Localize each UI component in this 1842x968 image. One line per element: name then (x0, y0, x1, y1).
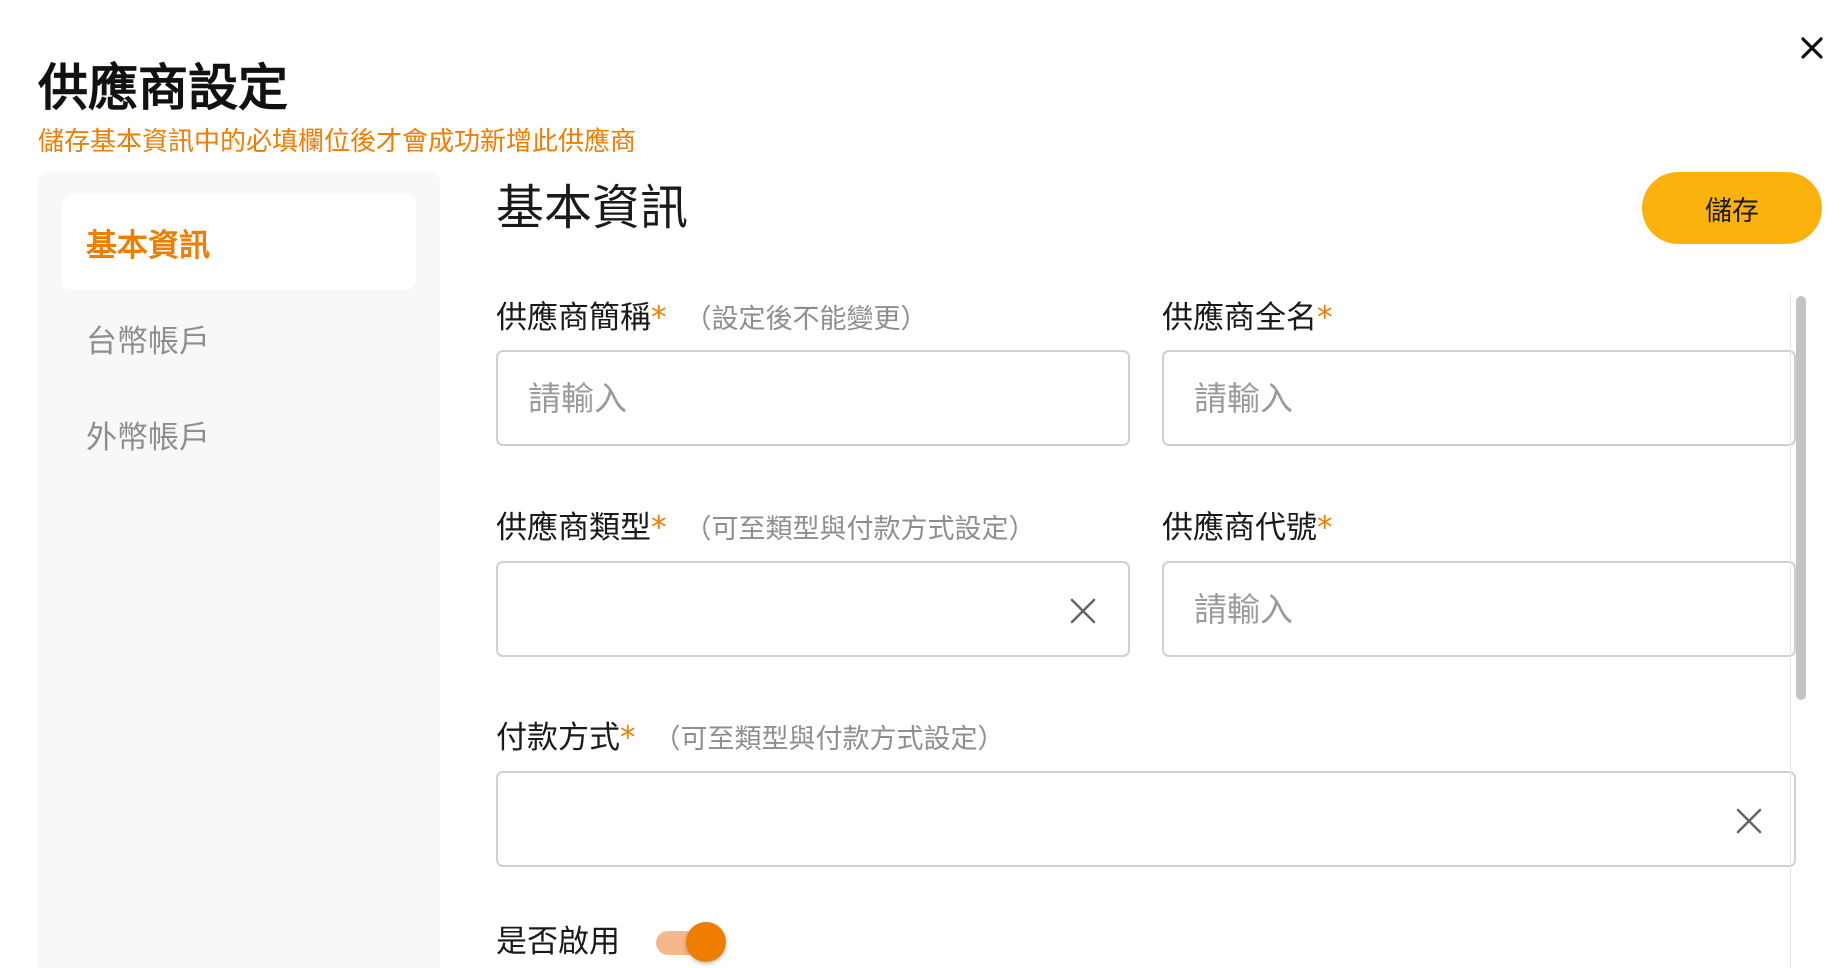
required-mark: * (620, 720, 636, 756)
vendor-code-field (1162, 561, 1796, 657)
sidebar: 基本資訊 台幣帳戶 外幣帳戶 (38, 172, 440, 968)
sidebar-item-twd-account[interactable]: 台幣帳戶 (62, 290, 416, 386)
section-title: 基本資訊 (496, 180, 689, 236)
payment-method-label: 付款方式* （可至類型與付款方式設定） (496, 720, 1005, 756)
payment-method-select[interactable] (496, 771, 1796, 867)
sidebar-item-label: 台幣帳戶 (86, 323, 210, 360)
enable-label: 是否啟用 (496, 924, 620, 960)
vendor-type-input[interactable] (498, 563, 1128, 655)
sidebar-item-label: 外幣帳戶 (86, 419, 210, 456)
scrollbar-thumb[interactable] (1796, 296, 1806, 700)
scrollbar[interactable] (1790, 292, 1810, 968)
clear-icon[interactable] (1066, 594, 1100, 628)
full-name-input[interactable] (1164, 352, 1794, 444)
required-mark: * (1317, 300, 1333, 336)
vendor-type-select[interactable] (496, 561, 1130, 657)
required-mark: * (651, 300, 667, 336)
close-icon (1801, 37, 1823, 59)
save-button[interactable]: 儲存 (1642, 172, 1822, 244)
sidebar-item-foreign-account[interactable]: 外幣帳戶 (62, 386, 416, 482)
clear-icon[interactable] (1732, 804, 1766, 838)
enable-toggle[interactable] (656, 922, 726, 962)
sidebar-item-label: 基本資訊 (86, 227, 210, 264)
vendor-type-label: 供應商類型* （可至類型與付款方式設定） (496, 510, 1036, 546)
toggle-knob (686, 922, 726, 962)
required-mark: * (651, 510, 667, 546)
short-name-input[interactable] (498, 352, 1128, 444)
vendor-settings-page: 供應商設定 儲存基本資訊中的必填欄位後才會成功新增此供應商 基本資訊 台幣帳戶 … (0, 0, 1842, 968)
short-name-field (496, 350, 1130, 446)
full-name-field (1162, 350, 1796, 446)
short-name-label: 供應商簡稱* （設定後不能變更） (496, 300, 928, 336)
full-name-label: 供應商全名* (1162, 300, 1333, 336)
field-hint: （可至類型與付款方式設定） (653, 724, 1005, 755)
vendor-code-label: 供應商代號* (1162, 510, 1333, 546)
required-mark: * (1317, 510, 1333, 546)
page-title: 供應商設定 (38, 59, 288, 117)
close-button[interactable] (1794, 30, 1830, 66)
page-subtitle: 儲存基本資訊中的必填欄位後才會成功新增此供應商 (38, 127, 637, 157)
vendor-code-input[interactable] (1164, 563, 1794, 655)
sidebar-item-basic-info[interactable]: 基本資訊 (62, 194, 416, 290)
payment-method-input[interactable] (498, 773, 1794, 865)
field-hint: （可至類型與付款方式設定） (684, 514, 1036, 545)
field-hint: （設定後不能變更） (684, 304, 928, 335)
